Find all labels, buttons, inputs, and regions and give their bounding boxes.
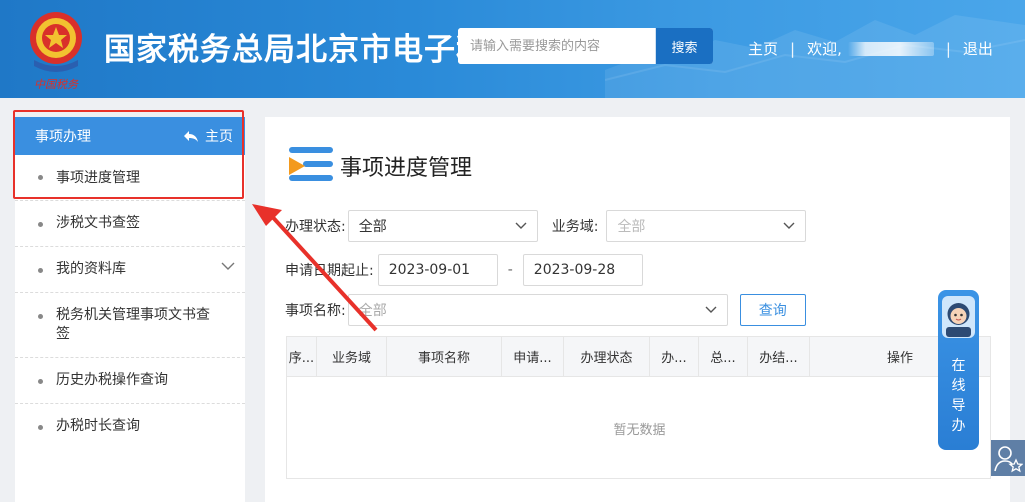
nav-separator: | [945, 39, 951, 58]
assistant-char: 线 [951, 378, 966, 394]
main-panel: 事项进度管理 办理状态: 全部 业务域: 全部 申请日期起止: 2023-09-… [265, 117, 1010, 502]
sidebar-item-label: 历史办税操作查询 [56, 372, 168, 388]
bullet-icon [38, 222, 43, 227]
domain-value: 全部 [617, 219, 646, 235]
table-header-cell[interactable]: 业务域 [317, 337, 387, 376]
assistant-avatar-icon [942, 296, 975, 338]
table-header-row: 序... 业务域 事项名称 申请... 办理状态 办... 总... 办结...… [287, 337, 990, 377]
tax-emblem-icon: 中国税务 [30, 12, 82, 91]
sidebar-header-label: 事项办理 [35, 129, 91, 145]
table-header-cell[interactable]: 序... [287, 337, 317, 376]
item-name-select[interactable]: 全部 [347, 294, 728, 326]
progress-list-icon [289, 147, 333, 181]
sidebar-item-label: 税务机关管理事项文书查签 [56, 307, 210, 342]
date-end-input[interactable]: 2023-09-28 [522, 254, 643, 286]
chevron-down-icon [783, 222, 795, 229]
table-header-cell[interactable]: 事项名称 [387, 337, 502, 376]
chevron-down-icon [515, 222, 527, 229]
user-favorite-icon[interactable] [991, 440, 1025, 476]
blurred-username [847, 41, 934, 56]
assistant-label: 在 线 导 办 [938, 356, 979, 436]
date-separator: - [507, 262, 513, 278]
status-select[interactable]: 全部 [347, 210, 538, 242]
bullet-icon [38, 268, 43, 273]
sidebar-item-label: 涉税文书查签 [56, 215, 140, 231]
page-title: 事项进度管理 [340, 156, 473, 181]
assistant-char: 办 [951, 418, 966, 434]
item-name-filter-row: 事项名称: 全部 查询 [285, 294, 806, 326]
sidebar-item-authority-documents[interactable]: 税务机关管理事项文书查签 [15, 293, 245, 358]
sidebar-item-duration[interactable]: 办税时长查询 [15, 404, 245, 449]
date-start-input[interactable]: 2023-09-01 [377, 254, 498, 286]
empty-state-text: 暂无数据 [613, 423, 666, 438]
table-header-cell[interactable]: 办... [650, 337, 699, 376]
nav-home-link[interactable]: 主页 [748, 38, 778, 59]
status-filter-row: 办理状态: 全部 业务域: 全部 [285, 210, 807, 242]
sidebar-header: 事项办理 主页 [15, 117, 245, 155]
sidebar-item-my-library[interactable]: 我的资料库 [15, 247, 245, 293]
user-star-icon [994, 446, 1023, 473]
domain-label: 业务域: [551, 219, 599, 235]
date-filter-row: 申请日期起止: 2023-09-01 - 2023-09-28 [285, 254, 643, 286]
bullet-icon [38, 379, 43, 384]
bullet-icon [38, 175, 43, 180]
search-button[interactable]: 搜索 [655, 28, 713, 64]
back-arrow-icon [184, 130, 198, 142]
sidebar-item-label: 我的资料库 [56, 261, 126, 277]
logout-link[interactable]: 退出 [963, 38, 993, 59]
assistant-char: 导 [951, 398, 966, 414]
date-label: 申请日期起止: [285, 263, 374, 279]
sidebar-item-label: 事项进度管理 [56, 170, 140, 186]
top-nav: 主页 | 欢迎, | 退出 [748, 38, 993, 59]
status-label: 办理状态: [285, 219, 346, 235]
online-guide-widget[interactable]: 在 线 导 办 [938, 290, 979, 450]
sidebar-item-label: 办税时长查询 [56, 418, 140, 434]
query-button[interactable]: 查询 [739, 294, 806, 326]
sidebar-home-link[interactable]: 主页 [183, 126, 233, 146]
item-name-label: 事项名称: [285, 303, 346, 319]
welcome-text: 欢迎, [807, 40, 842, 58]
table-header-cell[interactable]: 办结... [748, 337, 810, 376]
domain-select[interactable]: 全部 [606, 210, 807, 242]
sidebar-home-label: 主页 [205, 129, 233, 145]
bullet-icon [38, 314, 43, 319]
search-bar: 搜索 [458, 28, 713, 64]
chevron-down-icon [705, 306, 717, 313]
svg-text:中国税务: 中国税务 [34, 78, 79, 91]
header-banner: 中国税务 国家税务总局北京市电子税 搜索 主页 | 欢迎, | 退出 [0, 0, 1025, 98]
search-input[interactable] [458, 28, 655, 64]
site-title: 国家税务总局北京市电子税 [104, 32, 488, 68]
table-header-cell[interactable]: 总... [699, 337, 748, 376]
results-table: 序... 业务域 事项名称 申请... 办理状态 办... 总... 办结...… [286, 336, 991, 479]
chevron-down-icon [221, 262, 235, 270]
sidebar: 事项办理 主页 事项进度管理 涉税文书查签 我的资料库 税务机关管理事项文书查签… [15, 117, 245, 502]
table-header-cell[interactable]: 办理状态 [564, 337, 650, 376]
sidebar-item-progress[interactable]: 事项进度管理 [15, 155, 245, 200]
bullet-icon [38, 425, 43, 430]
assistant-char: 在 [951, 358, 966, 374]
nav-separator: | [790, 39, 796, 58]
sidebar-item-tax-documents[interactable]: 涉税文书查签 [15, 200, 245, 247]
status-value: 全部 [358, 219, 387, 235]
item-name-value: 全部 [358, 303, 387, 319]
table-header-cell[interactable]: 申请... [502, 337, 564, 376]
sidebar-item-history[interactable]: 历史办税操作查询 [15, 358, 245, 404]
